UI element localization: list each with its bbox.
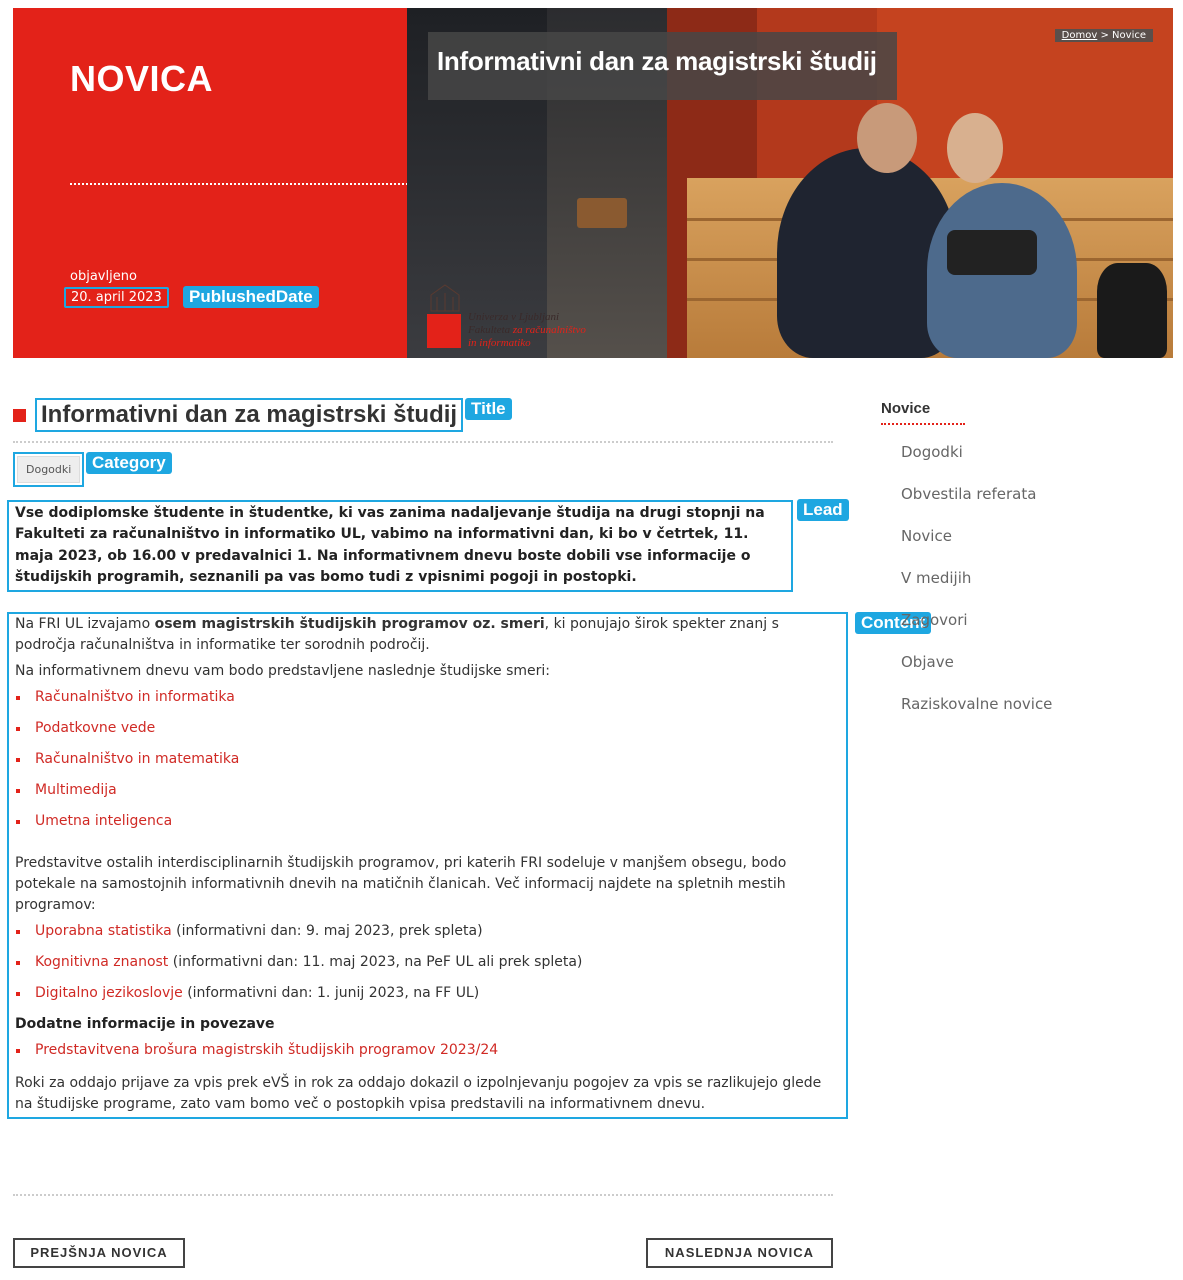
program-link[interactable]: Podatkovne vede <box>35 720 155 736</box>
logo-text-line: za računalništvo <box>512 324 586 336</box>
student-man-head <box>857 103 917 173</box>
logo-text-line: in informatiko <box>468 337 531 349</box>
intro-paragraph: Na FRI UL izvajamo osem magistrskih štud… <box>15 614 840 656</box>
previous-news-button[interactable]: PREJŠNJA NOVICA <box>13 1238 185 1268</box>
university-logo: Univerza v Ljubljani Fakulteta za računa… <box>427 283 627 353</box>
article-title: Informativni dan za magistrski študij <box>35 398 464 432</box>
programs-intro: Na informativnem dnevu vam bodo predstav… <box>15 663 550 679</box>
logo-text-line: Univerza <box>468 311 509 323</box>
list-item: Uporabna statistika (informativni dan: 9… <box>15 921 840 942</box>
breadcrumb-home-link[interactable]: Domov <box>1062 30 1098 41</box>
article-lead: Vse dodiplomske študente in študentke, k… <box>7 500 793 593</box>
sidebar-item-novice[interactable]: Novice <box>901 523 1161 565</box>
program-link[interactable]: Računalništvo in matematika <box>35 751 239 767</box>
program-link[interactable]: Uporabna statistika <box>35 923 172 939</box>
tablet-device <box>947 230 1037 275</box>
program-note: (informativni dan: 1. junij 2023, na FF … <box>182 985 480 1001</box>
published-date-annotation: PublushedDate <box>183 286 319 308</box>
category-badge[interactable]: Dogodki <box>17 456 81 483</box>
intro-text: Na FRI UL izvajamo <box>15 616 155 632</box>
closing-paragraph: Roki za oddajo prijave za vpis prek eVŠ … <box>15 1075 822 1112</box>
logo-red-square <box>427 314 461 348</box>
program-link[interactable]: Računalništvo in informatika <box>35 689 235 705</box>
sidebar-item-dogodki[interactable]: Dogodki <box>901 439 1161 481</box>
sidebar-item-zagovori[interactable]: Zagovori <box>901 607 1161 649</box>
programs-list: Računalništvo in informatika Podatkovne … <box>15 687 840 832</box>
list-item: Računalništvo in informatika <box>15 687 840 708</box>
sidebar-item-v-medijih[interactable]: V medijih <box>901 565 1161 607</box>
interdisciplinary-paragraph: Predstavitve ostalih interdisciplinarnih… <box>15 855 787 913</box>
sidebar-heading[interactable]: Novice <box>881 400 930 421</box>
category-box: Dogodki <box>13 452 85 487</box>
article-content: Na FRI UL izvajamo osem magistrskih štud… <box>7 612 848 1119</box>
hero-banner: NOVICA objavljeno 20. april 2023 Publush… <box>13 8 1173 358</box>
sidebar-heading-underline <box>881 423 965 425</box>
list-item: Digitalno jezikoslovje (informativni dan… <box>15 983 840 1004</box>
list-item: Računalništvo in matematika <box>15 749 840 770</box>
list-item: Predstavitvena brošura magistrskih študi… <box>15 1040 840 1061</box>
title-annotation: Title <box>465 398 512 420</box>
sidebar-menu: Dogodki Obvestila referata Novice V medi… <box>901 439 1161 733</box>
sidebar-item-raziskovalne-novice[interactable]: Raziskovalne novice <box>901 691 1161 733</box>
published-date: 20. april 2023 <box>64 287 169 308</box>
list-item: Podatkovne vede <box>15 718 840 739</box>
hero-red-panel: NOVICA objavljeno 20. april 2023 Publush… <box>13 8 468 358</box>
program-note: (informativni dan: 11. maj 2023, na PeF … <box>168 954 583 970</box>
logo-text-line: Fakulteta <box>468 324 511 336</box>
article-title-row: Informativni dan za magistrski študij <box>13 398 464 432</box>
extra-info-heading: Dodatne informacije in povezave <box>15 1016 275 1032</box>
program-link[interactable]: Umetna inteligenca <box>35 813 172 829</box>
published-label: objavljeno <box>70 269 137 284</box>
backpack <box>1097 263 1167 358</box>
list-item: Multimedija <box>15 780 840 801</box>
program-link[interactable]: Kognitivna znanost <box>35 954 168 970</box>
program-link[interactable]: Multimedija <box>35 782 117 798</box>
list-item: Umetna inteligenca <box>15 811 840 832</box>
category-annotation: Category <box>86 452 172 474</box>
sidebar: Novice Dogodki Obvestila referata Novice… <box>881 398 1161 733</box>
sidebar-item-objave[interactable]: Objave <box>901 649 1161 691</box>
corridor-bench <box>577 198 627 228</box>
intro-highlight: osem magistrskih študijskih programov oz… <box>154 616 545 632</box>
hero-headline: Informativni dan za magistrski študij <box>428 32 897 100</box>
program-link[interactable]: Digitalno jezikoslovje <box>35 985 183 1001</box>
logo-text-line: v Ljubljani <box>511 311 560 323</box>
list-item: Kognitivna znanost (informativni dan: 11… <box>15 952 840 973</box>
hero-section-label: NOVICA <box>70 58 214 99</box>
divider <box>13 441 833 443</box>
logo-building-icon <box>430 284 460 312</box>
interdisciplinary-list: Uporabna statistika (informativni dan: 9… <box>15 921 840 1004</box>
brochure-link[interactable]: Predstavitvena brošura magistrskih študi… <box>35 1042 498 1058</box>
breadcrumb-separator: > <box>1100 30 1109 41</box>
program-note: (informativni dan: 9. maj 2023, prek spl… <box>171 923 483 939</box>
next-news-button[interactable]: NASLEDNJA NOVICA <box>646 1238 833 1268</box>
extra-links-list: Predstavitvena brošura magistrskih študi… <box>15 1040 840 1061</box>
university-name: Univerza v Ljubljani Fakulteta za računa… <box>468 311 586 350</box>
divider <box>13 1194 833 1196</box>
sidebar-item-obvestila-referata[interactable]: Obvestila referata <box>901 481 1161 523</box>
breadcrumb: Domov > Novice <box>1054 29 1153 42</box>
student-woman-head <box>947 113 1003 183</box>
lead-annotation: Lead <box>797 499 849 521</box>
breadcrumb-current: Novice <box>1112 30 1146 41</box>
title-bullet-icon <box>13 408 26 422</box>
